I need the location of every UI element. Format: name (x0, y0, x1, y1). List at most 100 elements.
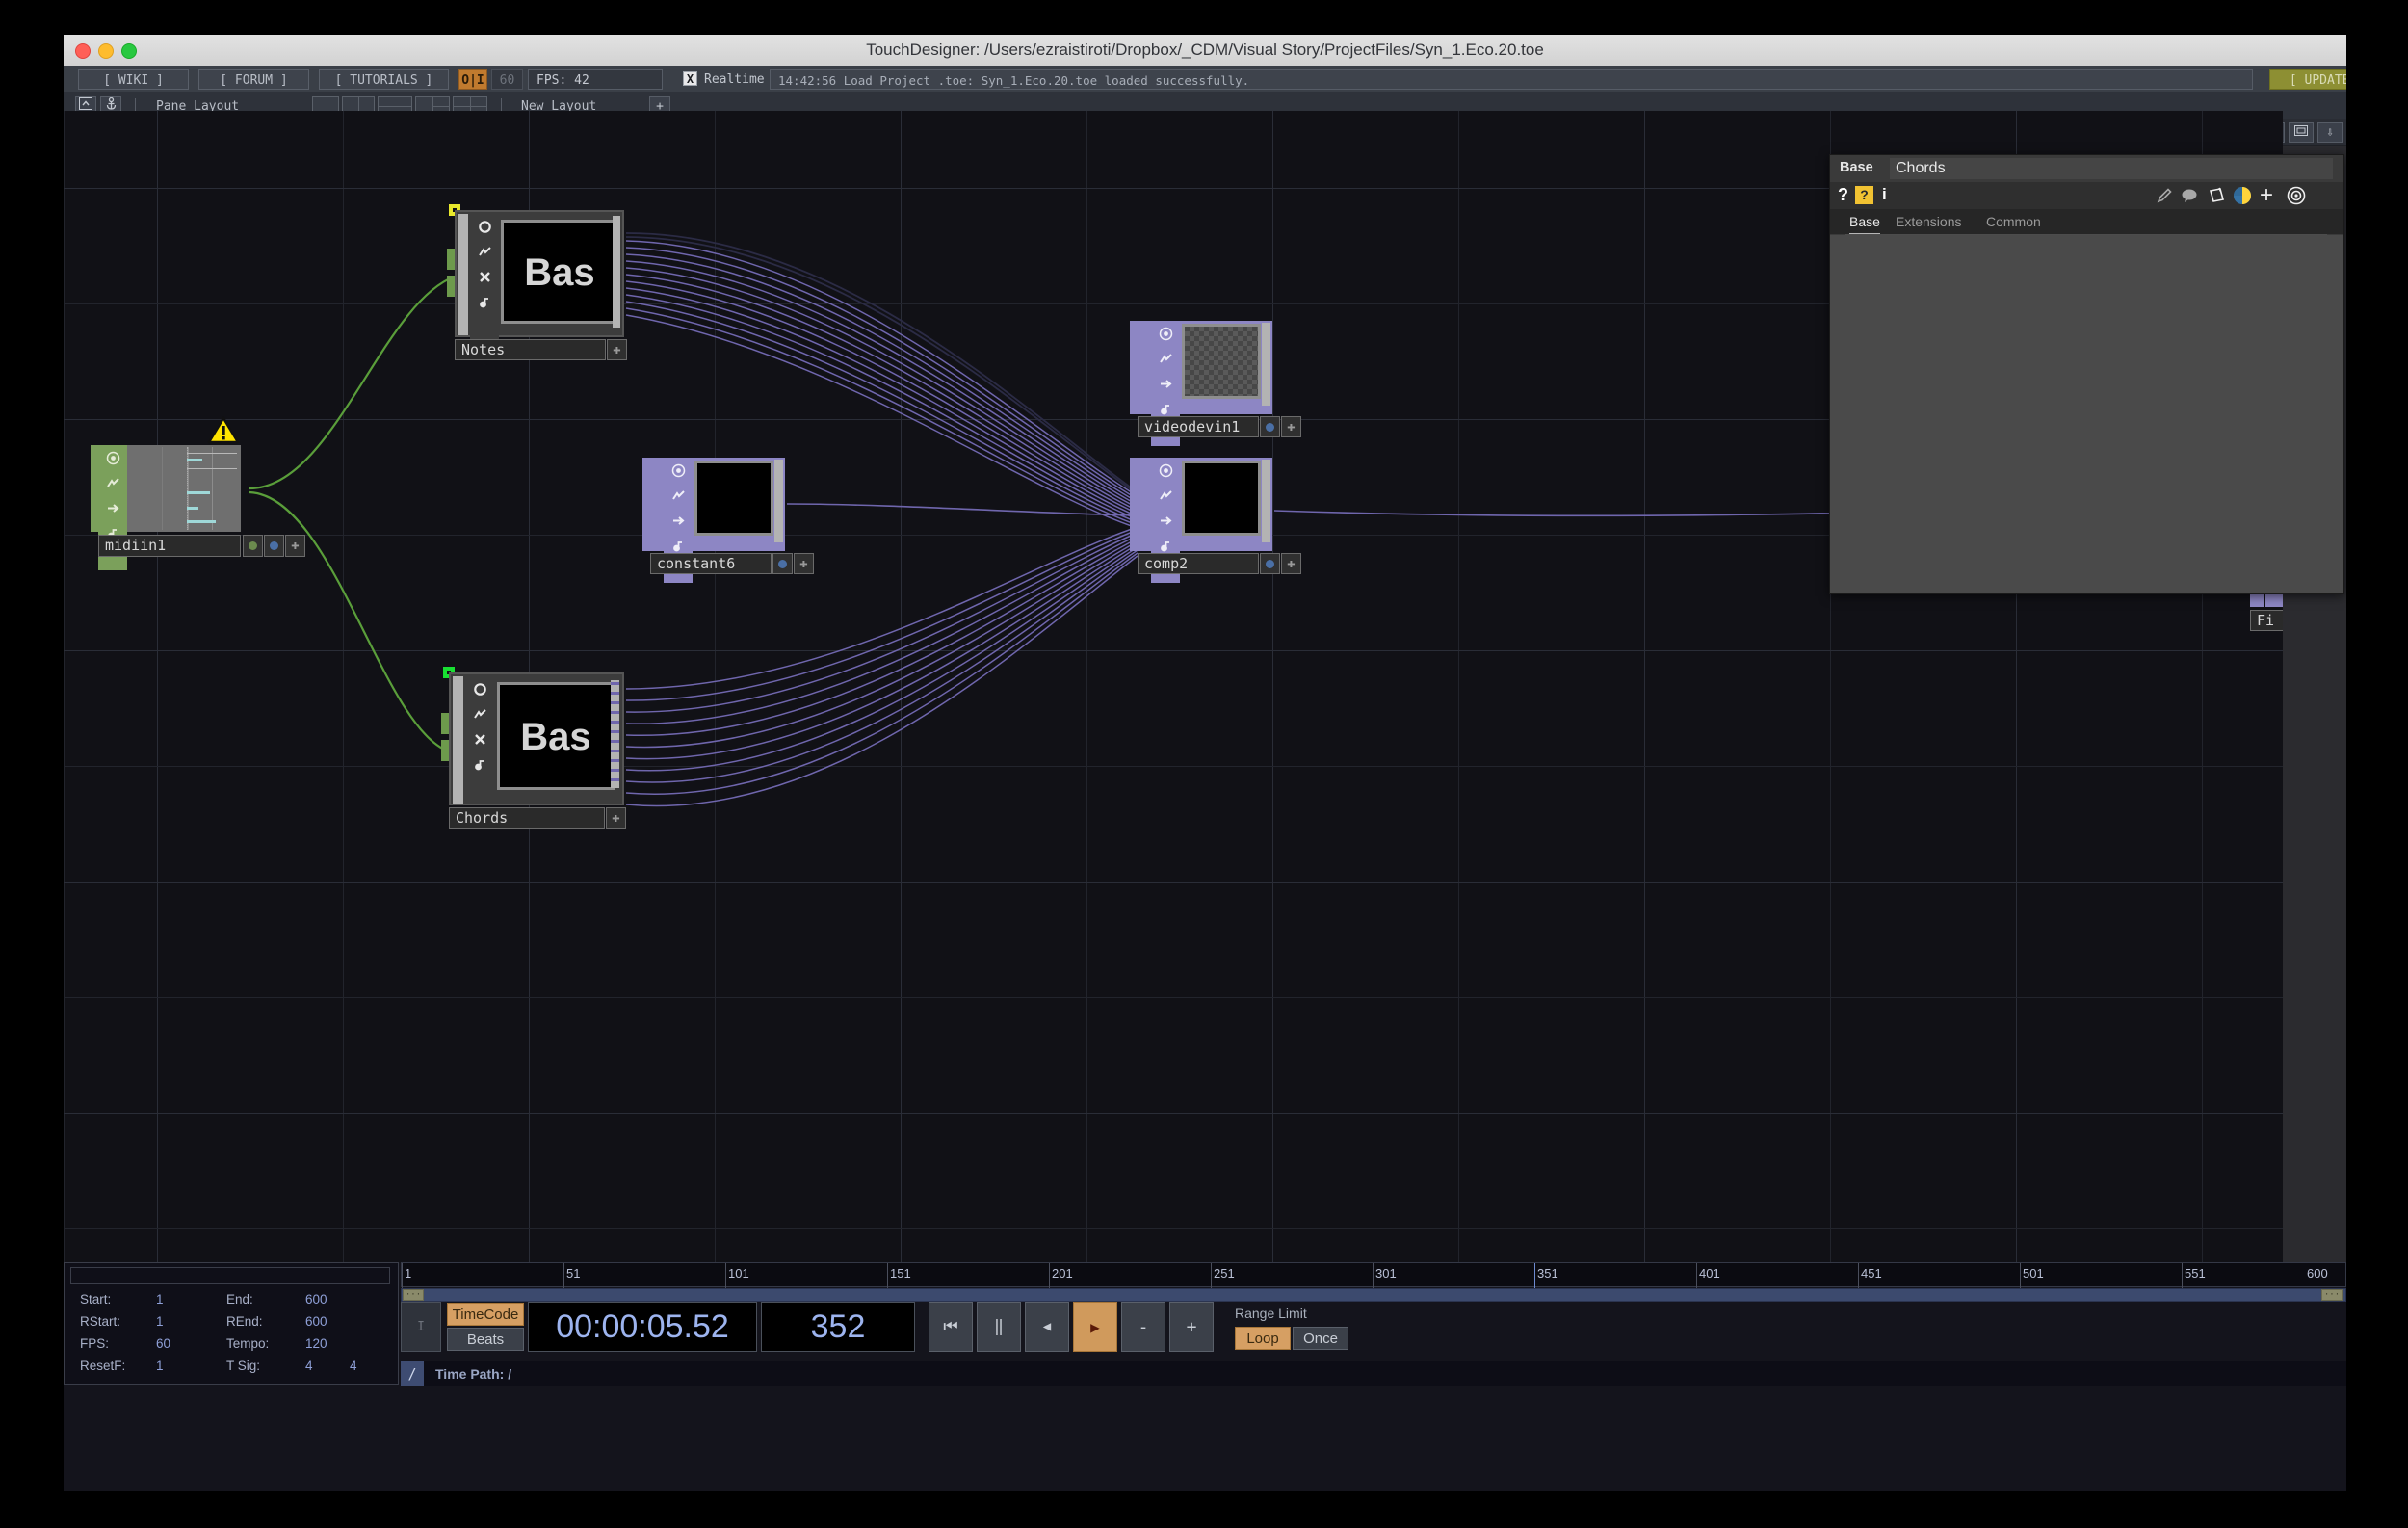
start-value[interactable]: 1 (156, 1292, 164, 1306)
constant6-expand-button[interactable]: ✚ (794, 553, 814, 574)
clone-icon[interactable] (470, 264, 499, 289)
tempo-value[interactable]: 120 (305, 1336, 327, 1351)
Chords-body[interactable]: Bas (449, 672, 624, 805)
operator-help-icon[interactable]: ? (1855, 186, 1873, 204)
bypass-icon[interactable] (664, 483, 693, 508)
clone-icon[interactable] (2208, 186, 2226, 208)
midiin1-expand-button[interactable]: ✚ (285, 535, 305, 557)
lock-icon[interactable] (465, 751, 494, 777)
Chords-input-strip[interactable] (441, 672, 449, 805)
end-value[interactable]: 600 (305, 1292, 327, 1306)
comment-icon[interactable] (2181, 188, 2198, 207)
videodevin1-expand-button[interactable]: ✚ (1281, 416, 1301, 437)
update-button[interactable]: [ UPDATE ] (2269, 69, 2346, 90)
Notes-viewer-thumbnail[interactable]: Bas (501, 220, 618, 324)
timecode-display[interactable]: 00:00:05.52 (528, 1302, 757, 1352)
beats-mode-button[interactable]: Beats (447, 1328, 524, 1351)
viewer-icon[interactable] (465, 676, 494, 701)
midiin1-input-strip[interactable] (91, 445, 98, 532)
fps-value[interactable]: 60 (156, 1336, 170, 1351)
viewer-icon[interactable] (1151, 458, 1180, 483)
comp2-expand-button[interactable]: ✚ (1281, 553, 1301, 574)
plus-icon[interactable]: + (2260, 184, 2273, 207)
midiin1-cook-indicator[interactable] (264, 535, 284, 557)
node-name-constant6[interactable]: constant6 (650, 553, 772, 574)
wiki-button[interactable]: [ WIKI ] (78, 69, 189, 90)
transport-controls[interactable]: I TimeCode Beats 00:00:05.52 352 ⏮ ‖ ◀ ▶… (401, 1302, 2346, 1359)
render-icon[interactable] (1151, 508, 1180, 533)
tab-extensions[interactable]: Extensions (1896, 212, 1961, 232)
comp2-body[interactable] (1138, 458, 1272, 583)
constant6-thumbnail[interactable] (694, 461, 773, 536)
videodevin1-cook-indicator[interactable] (1260, 416, 1280, 437)
target-fps-field[interactable]: 60 (491, 69, 523, 90)
play-button[interactable]: ▶ (1073, 1302, 1117, 1352)
Notes-expand-button[interactable]: ✚ (607, 339, 627, 360)
tutorials-button[interactable]: [ TUTORIALS ] (319, 69, 449, 90)
render-icon[interactable] (664, 508, 693, 533)
rewind-button[interactable]: ⏮ (929, 1302, 973, 1352)
node-name-videodevin1[interactable]: videodevin1 (1138, 416, 1259, 437)
resetf-value[interactable]: 1 (156, 1358, 164, 1373)
help-icon[interactable]: ? (1838, 185, 1848, 205)
target-icon[interactable] (2287, 186, 2306, 209)
timecode-mode-button[interactable]: TimeCode (447, 1303, 524, 1326)
pencil-icon[interactable] (2156, 187, 2173, 208)
clone-icon[interactable] (465, 726, 494, 751)
forum-button[interactable]: [ FORUM ] (198, 69, 309, 90)
tab-base[interactable]: Base (1849, 212, 1880, 236)
constant6-cook-indicator[interactable] (772, 553, 793, 574)
operator-name-field[interactable]: Chords (1890, 158, 2333, 179)
range-handle-left[interactable]: ··· (403, 1289, 424, 1301)
tsig-value-2[interactable]: 4 (350, 1358, 357, 1373)
parameter-tab-strip[interactable]: Base Extensions Common (1830, 209, 2343, 236)
rstart-value[interactable]: 1 (156, 1314, 164, 1329)
videodevin1-output-strip[interactable] (1138, 321, 1145, 414)
node-name-comp2[interactable]: comp2 (1138, 553, 1259, 574)
Notes-body[interactable]: Bas (455, 210, 624, 339)
pause-button[interactable]: ‖ (977, 1302, 1021, 1352)
time-path-bar[interactable]: / Time Path: / (401, 1361, 2346, 1386)
decrement-button[interactable]: - (1121, 1302, 1165, 1352)
constant6-input-strip[interactable] (642, 458, 650, 551)
node-name-midiin1[interactable]: midiin1 (98, 535, 241, 557)
parameter-dialog-toolbar[interactable]: ? ? i + (1830, 182, 2343, 209)
Notes-flags[interactable] (470, 214, 499, 339)
timeline-info-panel[interactable]: Start: 1 End: 600 RStart: 1 REnd: 600 FP… (64, 1262, 399, 1385)
download-icon[interactable]: ⇩ (2317, 122, 2343, 143)
node-name-Notes[interactable]: Notes (455, 339, 606, 360)
tab-common[interactable]: Common (1986, 212, 2041, 232)
parameter-list-area[interactable] (1830, 235, 2343, 593)
info-icon[interactable]: i (1882, 185, 1887, 204)
play-mode-indicator[interactable]: I (401, 1302, 441, 1352)
window-icon[interactable] (2289, 122, 2314, 143)
viewer-icon[interactable] (664, 458, 693, 483)
bypass-icon[interactable] (1151, 346, 1180, 371)
tsig-value-1[interactable]: 4 (305, 1358, 313, 1373)
Chords-expand-button[interactable]: ✚ (606, 807, 626, 829)
step-back-button[interactable]: ◀ (1025, 1302, 1069, 1352)
bypass-icon[interactable] (470, 239, 499, 264)
viewer-icon[interactable] (1151, 321, 1180, 346)
comp2-input-strip[interactable] (1130, 458, 1138, 551)
constant6-body[interactable] (650, 458, 785, 583)
frame-display[interactable]: 352 (761, 1302, 915, 1352)
videodevin1-input-strip[interactable] (1130, 321, 1138, 414)
time-path-root-icon[interactable]: / (401, 1361, 424, 1386)
comp2-output-strip[interactable] (1138, 458, 1145, 551)
timeline-ruler[interactable]: 1 51 101 151 201 251 301 351 401 451 501… (401, 1262, 2346, 1288)
bypass-icon[interactable] (1151, 483, 1180, 508)
comp2-thumbnail[interactable] (1182, 461, 1261, 536)
parameter-dialog[interactable]: Base Chords ? ? i + Base Extensions Comm… (1829, 154, 2344, 594)
timeline-range-bar[interactable] (401, 1288, 2346, 1302)
node-name-Chords[interactable]: Chords (449, 807, 605, 829)
midiin1-chop-indicator[interactable] (243, 535, 263, 557)
midiin1-output-strip[interactable] (98, 445, 106, 532)
python-icon[interactable] (2233, 186, 2252, 209)
rend-value[interactable]: 600 (305, 1314, 327, 1329)
Chords-viewer-thumbnail[interactable]: Bas (497, 682, 615, 790)
viewer-icon[interactable] (470, 214, 499, 239)
on-off-toggle[interactable]: O|I (458, 69, 487, 90)
Chords-flags[interactable] (465, 676, 494, 802)
videodevin1-body[interactable] (1138, 321, 1272, 446)
